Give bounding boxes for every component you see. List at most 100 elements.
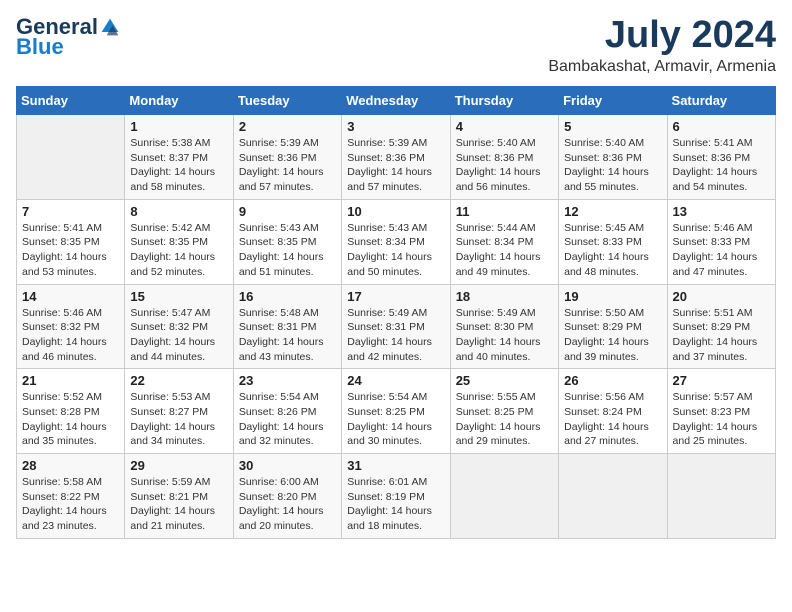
calendar-week-row: 7 Sunrise: 5:41 AMSunset: 8:35 PMDaylight…: [17, 199, 776, 284]
day-number: 26: [564, 373, 661, 388]
weekday-header-tuesday: Tuesday: [233, 87, 341, 115]
day-info: Sunrise: 5:57 AMSunset: 8:23 PMDaylight:…: [673, 390, 770, 449]
day-info: Sunrise: 5:53 AMSunset: 8:27 PMDaylight:…: [130, 390, 227, 449]
day-info: Sunrise: 6:01 AMSunset: 8:19 PMDaylight:…: [347, 475, 444, 534]
day-info: Sunrise: 5:55 AMSunset: 8:25 PMDaylight:…: [456, 390, 553, 449]
calendar-cell: [450, 454, 558, 539]
calendar-cell: 26 Sunrise: 5:56 AMSunset: 8:24 PMDayligh…: [559, 369, 667, 454]
weekday-header-sunday: Sunday: [17, 87, 125, 115]
day-number: 23: [239, 373, 336, 388]
day-number: 21: [22, 373, 119, 388]
calendar-cell: 16 Sunrise: 5:48 AMSunset: 8:31 PMDayligh…: [233, 284, 341, 369]
day-number: 31: [347, 458, 444, 473]
calendar-cell: 10 Sunrise: 5:43 AMSunset: 8:34 PMDayligh…: [342, 199, 450, 284]
calendar-week-row: 21 Sunrise: 5:52 AMSunset: 8:28 PMDayligh…: [17, 369, 776, 454]
day-info: Sunrise: 5:38 AMSunset: 8:37 PMDaylight:…: [130, 136, 227, 195]
day-number: 27: [673, 373, 770, 388]
location: Bambakashat, Armavir, Armenia: [548, 58, 776, 76]
weekday-header-saturday: Saturday: [667, 87, 775, 115]
calendar-cell: 27 Sunrise: 5:57 AMSunset: 8:23 PMDayligh…: [667, 369, 775, 454]
day-info: Sunrise: 5:41 AMSunset: 8:36 PMDaylight:…: [673, 136, 770, 195]
calendar-cell: 18Sunrise: 5:49 AMSunset: 8:30 PMDayligh…: [450, 284, 558, 369]
day-number: 30: [239, 458, 336, 473]
day-number: 11: [456, 204, 553, 219]
day-number: 3: [347, 119, 444, 134]
calendar-cell: 31 Sunrise: 6:01 AMSunset: 8:19 PMDayligh…: [342, 454, 450, 539]
weekday-header-friday: Friday: [559, 87, 667, 115]
logo-blue: Blue: [16, 34, 64, 60]
calendar-cell: 9 Sunrise: 5:43 AMSunset: 8:35 PMDaylight…: [233, 199, 341, 284]
day-info: Sunrise: 5:45 AMSunset: 8:33 PMDaylight:…: [564, 221, 661, 280]
calendar-cell: 2 Sunrise: 5:39 AMSunset: 8:36 PMDaylight…: [233, 115, 341, 200]
day-number: 9: [239, 204, 336, 219]
calendar-week-row: 1Sunrise: 5:38 AMSunset: 8:37 PMDaylight…: [17, 115, 776, 200]
day-info: Sunrise: 5:54 AMSunset: 8:25 PMDaylight:…: [347, 390, 444, 449]
day-info: Sunrise: 5:42 AMSunset: 8:35 PMDaylight:…: [130, 221, 227, 280]
calendar-cell: 7 Sunrise: 5:41 AMSunset: 8:35 PMDaylight…: [17, 199, 125, 284]
day-info: Sunrise: 5:51 AMSunset: 8:29 PMDaylight:…: [673, 306, 770, 365]
day-info: Sunrise: 5:39 AMSunset: 8:36 PMDaylight:…: [347, 136, 444, 195]
day-number: 25: [456, 373, 553, 388]
calendar-cell: 30Sunrise: 6:00 AMSunset: 8:20 PMDayligh…: [233, 454, 341, 539]
calendar-cell: 22 Sunrise: 5:53 AMSunset: 8:27 PMDayligh…: [125, 369, 233, 454]
day-number: 17: [347, 289, 444, 304]
day-info: Sunrise: 5:43 AMSunset: 8:34 PMDaylight:…: [347, 221, 444, 280]
day-number: 24: [347, 373, 444, 388]
calendar-cell: 1Sunrise: 5:38 AMSunset: 8:37 PMDaylight…: [125, 115, 233, 200]
day-number: 20: [673, 289, 770, 304]
weekday-header-row: SundayMondayTuesdayWednesdayThursdayFrid…: [17, 87, 776, 115]
weekday-header-thursday: Thursday: [450, 87, 558, 115]
day-info: Sunrise: 5:39 AMSunset: 8:36 PMDaylight:…: [239, 136, 336, 195]
calendar-cell: 3 Sunrise: 5:39 AMSunset: 8:36 PMDaylight…: [342, 115, 450, 200]
calendar-cell: 8Sunrise: 5:42 AMSunset: 8:35 PMDaylight…: [125, 199, 233, 284]
day-info: Sunrise: 5:50 AMSunset: 8:29 PMDaylight:…: [564, 306, 661, 365]
day-number: 10: [347, 204, 444, 219]
calendar-cell: 6 Sunrise: 5:41 AMSunset: 8:36 PMDaylight…: [667, 115, 775, 200]
day-number: 22: [130, 373, 227, 388]
calendar-cell: 21 Sunrise: 5:52 AMSunset: 8:28 PMDayligh…: [17, 369, 125, 454]
day-info: Sunrise: 5:52 AMSunset: 8:28 PMDaylight:…: [22, 390, 119, 449]
day-number: 29: [130, 458, 227, 473]
calendar-table: SundayMondayTuesdayWednesdayThursdayFrid…: [16, 86, 776, 539]
day-info: Sunrise: 5:43 AMSunset: 8:35 PMDaylight:…: [239, 221, 336, 280]
day-number: 16: [239, 289, 336, 304]
day-number: 13: [673, 204, 770, 219]
day-info: Sunrise: 5:56 AMSunset: 8:24 PMDaylight:…: [564, 390, 661, 449]
calendar-cell: 13Sunrise: 5:46 AMSunset: 8:33 PMDayligh…: [667, 199, 775, 284]
calendar-cell: 4Sunrise: 5:40 AMSunset: 8:36 PMDaylight…: [450, 115, 558, 200]
day-number: 5: [564, 119, 661, 134]
day-number: 19: [564, 289, 661, 304]
day-info: Sunrise: 5:48 AMSunset: 8:31 PMDaylight:…: [239, 306, 336, 365]
day-number: 15: [130, 289, 227, 304]
calendar-cell: 24 Sunrise: 5:54 AMSunset: 8:25 PMDayligh…: [342, 369, 450, 454]
day-number: 6: [673, 119, 770, 134]
logo-icon: [100, 17, 120, 37]
calendar-cell: 17 Sunrise: 5:49 AMSunset: 8:31 PMDayligh…: [342, 284, 450, 369]
day-info: Sunrise: 5:40 AMSunset: 8:36 PMDaylight:…: [564, 136, 661, 195]
month-year: July 2024: [548, 16, 776, 54]
calendar-cell: 28 Sunrise: 5:58 AMSunset: 8:22 PMDayligh…: [17, 454, 125, 539]
day-info: Sunrise: 5:41 AMSunset: 8:35 PMDaylight:…: [22, 221, 119, 280]
calendar-cell: [17, 115, 125, 200]
day-info: Sunrise: 5:46 AMSunset: 8:32 PMDaylight:…: [22, 306, 119, 365]
weekday-header-wednesday: Wednesday: [342, 87, 450, 115]
day-number: 2: [239, 119, 336, 134]
calendar-cell: 19 Sunrise: 5:50 AMSunset: 8:29 PMDayligh…: [559, 284, 667, 369]
calendar-cell: [667, 454, 775, 539]
calendar-body: 1Sunrise: 5:38 AMSunset: 8:37 PMDaylight…: [17, 115, 776, 539]
title-area: July 2024 Bambakashat, Armavir, Armenia: [548, 16, 776, 76]
day-number: 28: [22, 458, 119, 473]
day-info: Sunrise: 5:54 AMSunset: 8:26 PMDaylight:…: [239, 390, 336, 449]
calendar-cell: 29Sunrise: 5:59 AMSunset: 8:21 PMDayligh…: [125, 454, 233, 539]
calendar-cell: 12 Sunrise: 5:45 AMSunset: 8:33 PMDayligh…: [559, 199, 667, 284]
day-number: 7: [22, 204, 119, 219]
calendar-cell: 25 Sunrise: 5:55 AMSunset: 8:25 PMDayligh…: [450, 369, 558, 454]
calendar-cell: 5 Sunrise: 5:40 AMSunset: 8:36 PMDaylight…: [559, 115, 667, 200]
day-number: 18: [456, 289, 553, 304]
day-info: Sunrise: 5:49 AMSunset: 8:31 PMDaylight:…: [347, 306, 444, 365]
calendar-header: SundayMondayTuesdayWednesdayThursdayFrid…: [17, 87, 776, 115]
day-info: Sunrise: 5:58 AMSunset: 8:22 PMDaylight:…: [22, 475, 119, 534]
weekday-header-monday: Monday: [125, 87, 233, 115]
day-number: 12: [564, 204, 661, 219]
calendar-cell: 11Sunrise: 5:44 AMSunset: 8:34 PMDayligh…: [450, 199, 558, 284]
